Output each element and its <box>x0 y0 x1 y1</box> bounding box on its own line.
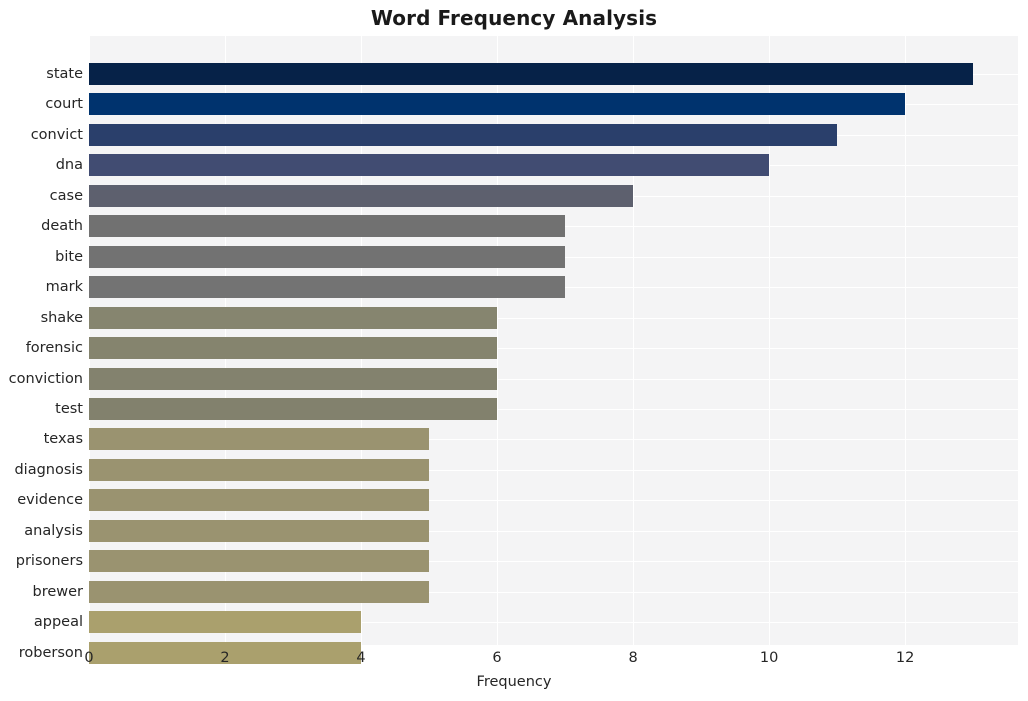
x-axis-tick-label: 2 <box>220 650 230 666</box>
y-axis-tick-label: brewer <box>32 584 83 600</box>
y-axis-tick-label: appeal <box>33 614 83 630</box>
y-axis-tick-label: conviction <box>8 371 83 387</box>
y-axis-tick-label: case <box>49 188 83 204</box>
y-axis-tick-label: evidence <box>17 492 83 508</box>
y-axis-tick-label: diagnosis <box>14 462 83 478</box>
chart-figure: Word Frequency Analysis state court convic… <box>0 0 1028 701</box>
x-axis-tick-label: 0 <box>84 650 94 666</box>
y-axis-tick-label: forensic <box>25 340 83 356</box>
y-axis-tick-label: prisoners <box>15 553 83 569</box>
y-axis-tick-label: analysis <box>24 523 83 539</box>
y-axis-tick-label: mark <box>45 279 83 295</box>
x-axis-tick-label: 12 <box>895 650 915 666</box>
x-axis-title: Frequency <box>476 674 552 690</box>
x-axis-tick-label: 10 <box>759 650 779 666</box>
y-axis-tick-label: court <box>45 96 83 112</box>
x-axis-tick-label: 4 <box>356 650 366 666</box>
y-axis-tick-label: death <box>41 218 83 234</box>
y-axis-tick-label: state <box>46 66 83 82</box>
y-axis-tick-label: shake <box>40 310 83 326</box>
y-axis-tick-label: texas <box>43 431 83 447</box>
y-axis-tick-labels: state court convict dna case death bite mark sha… <box>0 36 1028 661</box>
x-axis-tick-label: 8 <box>628 650 638 666</box>
y-axis-tick-label: roberson <box>18 645 83 661</box>
chart-title: Word Frequency Analysis <box>370 6 658 30</box>
x-axis-tick-label: 6 <box>492 650 502 666</box>
y-axis-tick-label: bite <box>55 249 83 265</box>
y-axis-tick-label: test <box>55 401 83 417</box>
y-axis-tick-label: convict <box>30 127 83 143</box>
y-axis-tick-label: dna <box>55 157 83 173</box>
